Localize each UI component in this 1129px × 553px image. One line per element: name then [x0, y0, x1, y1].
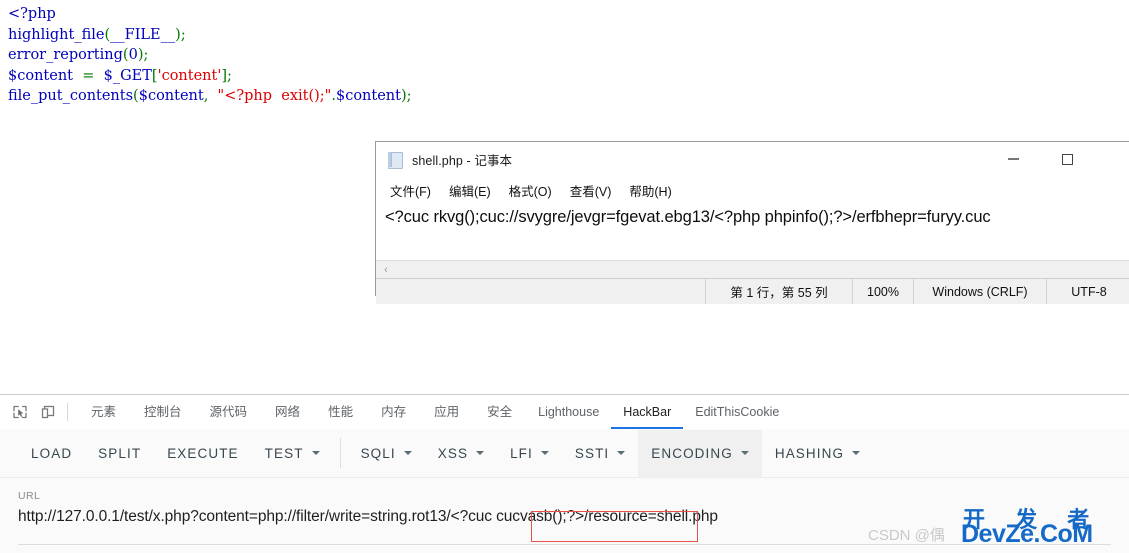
tab-lighthouse[interactable]: Lighthouse: [526, 396, 611, 429]
status-zoom-level: 100%: [852, 279, 913, 304]
hackbar-panel: LOAD SPLIT EXECUTE TEST SQLI XSS LFI SSTI ENCODI…: [0, 429, 1129, 553]
hackbar-split-button[interactable]: SPLIT: [85, 430, 154, 477]
code-token: ,: [203, 88, 218, 105]
menu-file[interactable]: 文件(F): [387, 179, 434, 202]
inspect-element-icon[interactable]: [6, 398, 34, 426]
menu-help[interactable]: 帮助(H): [626, 179, 674, 202]
code-token: 0: [128, 47, 138, 64]
chevron-down-icon: [540, 451, 549, 455]
menu-view[interactable]: 查看(V): [567, 179, 615, 202]
code-token: $content: [8, 67, 73, 84]
code-token: "<?php exit();": [217, 88, 332, 105]
chevron-down-icon: [852, 451, 861, 455]
code-token: <?php: [8, 6, 56, 22]
menu-edit[interactable]: 编辑(E): [446, 179, 494, 202]
code-token: highlight_file: [8, 26, 105, 43]
chevron-down-icon: [403, 451, 412, 455]
php-source-code: <?php highlight_file(__FILE__); error_repo…: [8, 4, 412, 107]
hackbar-button-label: SQLI: [360, 445, 396, 461]
code-token: $_GET: [103, 67, 152, 84]
devtools-tabbar[interactable]: 元素 控制台 源代码 网络 性能 内存 应用 安全 Lighthouse Hac…: [0, 395, 1129, 430]
tab-performance[interactable]: 性能: [314, 396, 367, 429]
hackbar-lfi-menu[interactable]: LFI: [497, 430, 562, 477]
hackbar-test-menu[interactable]: TEST: [252, 430, 333, 477]
chevron-down-icon: [476, 451, 485, 455]
tab-hackbar[interactable]: HackBar: [611, 396, 684, 429]
notepad-titlebar[interactable]: shell.php - 记事本: [376, 142, 1129, 178]
hackbar-hashing-menu[interactable]: HASHING: [762, 430, 873, 477]
maximize-icon[interactable]: [1044, 142, 1090, 176]
code-line: <?php: [8, 4, 412, 25]
hackbar-button-label: SSTI: [574, 445, 610, 461]
notepad-menubar[interactable]: 文件(F) 编辑(E) 格式(O) 查看(V) 帮助(H): [376, 178, 1129, 203]
code-line: highlight_file(__FILE__);: [8, 25, 412, 46]
code-token: 'content': [157, 67, 222, 84]
notepad-window[interactable]: shell.php - 记事本 文件(F) 编辑(E) 格式(O) 查看(V) …: [375, 141, 1129, 304]
hackbar-sqli-menu[interactable]: SQLI: [348, 430, 425, 477]
hackbar-xss-menu[interactable]: XSS: [425, 430, 497, 477]
code-line: $content = $_GET['content'];: [8, 66, 412, 87]
scroll-left-arrow-icon[interactable]: ‹: [379, 262, 393, 277]
hackbar-encoding-menu[interactable]: ENCODING: [638, 429, 762, 477]
code-token: =: [73, 67, 104, 84]
tab-editthiscookie[interactable]: EditThisCookie: [683, 396, 791, 429]
hackbar-button-label: LOAD: [31, 445, 73, 461]
code-token: ;: [180, 26, 186, 43]
tab-network[interactable]: 网络: [261, 396, 314, 429]
url-input[interactable]: http://127.0.0.1/test/x.php?content=php:…: [18, 508, 1129, 526]
status-cursor-position: 第 1 行，第 55 列: [705, 279, 852, 304]
device-toolbar-icon[interactable]: [34, 398, 62, 426]
code-line: file_put_contents($content, "<?php exit(…: [8, 86, 412, 107]
notepad-statusbar: 第 1 行，第 55 列 100% Windows (CRLF) UTF-8: [376, 278, 1129, 304]
code-token: ;: [143, 47, 149, 64]
hackbar-toolbar[interactable]: LOAD SPLIT EXECUTE TEST SQLI XSS LFI SSTI ENCODI…: [0, 429, 1129, 478]
toolbar-divider: [67, 403, 68, 421]
tab-elements[interactable]: 元素: [77, 396, 130, 429]
hackbar-group-divider: [339, 438, 341, 468]
hackbar-url-section[interactable]: URL http://127.0.0.1/test/x.php?content=…: [0, 478, 1129, 553]
url-field-underline: [18, 544, 1111, 545]
minimize-icon[interactable]: [990, 142, 1036, 176]
code-token: ;: [227, 67, 232, 84]
hackbar-execute-button[interactable]: EXECUTE: [154, 430, 251, 477]
status-line-ending: Windows (CRLF): [913, 279, 1046, 304]
tab-application[interactable]: 应用: [420, 396, 473, 429]
hackbar-load-button[interactable]: LOAD: [18, 430, 85, 477]
notepad-text-content: <?cuc rkvg();cuc://svygre/jevgr=fgevat.e…: [385, 208, 991, 226]
url-field-label: URL: [18, 490, 41, 502]
code-token: ;: [406, 88, 412, 105]
chevron-down-icon: [311, 451, 320, 455]
chevron-down-icon: [740, 451, 749, 455]
notepad-document-icon: [387, 151, 403, 169]
notepad-title: shell.php - 记事本: [412, 154, 513, 168]
tab-sources[interactable]: 源代码: [196, 396, 262, 429]
hackbar-ssti-menu[interactable]: SSTI: [562, 430, 638, 477]
code-token: __FILE__: [110, 26, 176, 43]
code-token: error_reporting: [8, 47, 123, 64]
hackbar-button-label: ENCODING: [651, 445, 733, 461]
scrollbar-track[interactable]: [393, 261, 1129, 278]
status-encoding: UTF-8: [1046, 279, 1129, 304]
hackbar-button-label: HASHING: [774, 445, 845, 461]
code-token: $content: [138, 88, 204, 105]
hackbar-button-label: TEST: [264, 445, 304, 461]
code-token: $content: [335, 88, 401, 105]
tab-security[interactable]: 安全: [473, 396, 526, 429]
tab-memory[interactable]: 内存: [367, 396, 420, 429]
menu-format[interactable]: 格式(O): [506, 179, 555, 202]
hackbar-button-label: SPLIT: [98, 445, 142, 461]
code-line: error_reporting(0);: [8, 45, 412, 66]
notepad-text-area[interactable]: <?cuc rkvg();cuc://svygre/jevgr=fgevat.e…: [376, 203, 1129, 260]
hackbar-button-label: LFI: [510, 445, 533, 461]
notepad-horizontal-scrollbar[interactable]: ‹: [376, 260, 1129, 278]
code-token: file_put_contents: [8, 88, 134, 105]
chevron-down-icon: [617, 451, 626, 455]
tab-console[interactable]: 控制台: [130, 396, 196, 429]
hackbar-button-label: EXECUTE: [167, 445, 239, 461]
hackbar-button-label: XSS: [437, 445, 469, 461]
